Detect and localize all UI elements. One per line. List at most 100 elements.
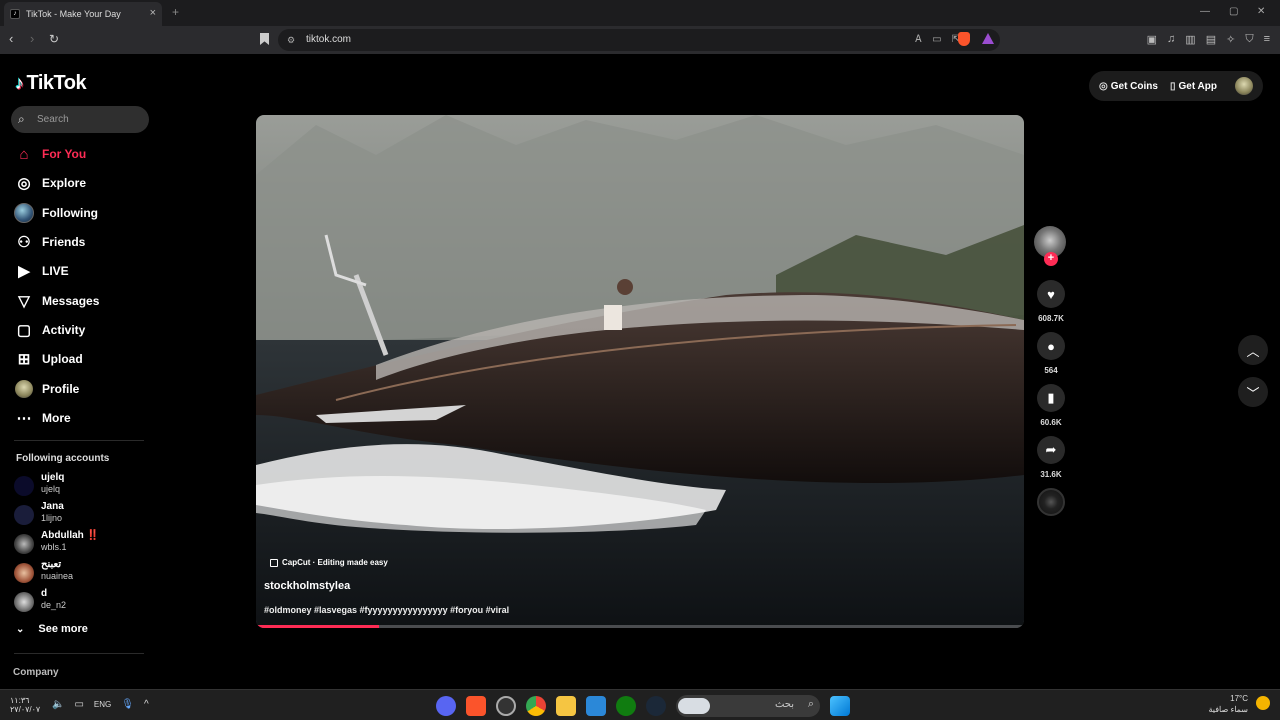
nav-profile[interactable]: Profile <box>14 377 79 401</box>
video-author[interactable]: stockholmstylea <box>264 580 350 592</box>
capcut-label[interactable]: CapCut · Editing made easy <box>270 558 388 567</box>
wallet-icon[interactable]: ▣ <box>1147 33 1157 46</box>
account-handle: nuainea <box>41 571 74 581</box>
browser-navbar: ‹ › ↻ ⚙ tiktok.com Ꭺ ▭ ⇱ ▣ ♫ ▥ ▤ ✧ ⛉ ≡ <box>0 26 1280 54</box>
address-bar[interactable]: ⚙ tiktok.com Ꭺ ▭ ⇱ <box>278 29 1000 51</box>
user-avatar[interactable] <box>1235 77 1253 95</box>
nav-label: Profile <box>42 382 80 396</box>
chevron-up-icon[interactable]: ^ <box>144 699 149 711</box>
music-disc-icon[interactable] <box>1037 488 1065 516</box>
phone-icon: ▯ <box>1169 80 1176 92</box>
wallet2-icon[interactable]: ▤ <box>1206 33 1216 46</box>
account-name: ujelq <box>41 472 65 483</box>
search-icon: ⌕ <box>18 112 25 126</box>
logo-text: TikTok <box>26 72 87 94</box>
share-count: 31.6K <box>1040 470 1062 479</box>
taskbar-search[interactable]: بحث ⌕ <box>676 695 820 717</box>
get-coins-button[interactable]: ◎ Get Coins <box>1099 81 1158 92</box>
like-count: 608.7K <box>1038 314 1064 323</box>
back-icon[interactable]: ‹ <box>9 32 13 46</box>
clock[interactable]: ١١:٣٦ ٢٧/٠٧/٠٧ <box>10 696 40 714</box>
nav-friends[interactable]: ⚇ Friends <box>14 230 85 254</box>
language-indicator[interactable]: ENG <box>94 699 111 711</box>
like-button[interactable]: ♥ <box>1037 280 1065 308</box>
tiktok-note-icon: ♪ <box>15 73 24 93</box>
reload-icon[interactable]: ↻ <box>49 32 59 46</box>
sidebar-toggle-icon[interactable]: ▥ <box>1185 33 1195 46</box>
search-input[interactable]: ⌕ Search <box>11 106 149 133</box>
window-close-icon[interactable]: ✕ <box>1257 6 1265 17</box>
comment-button[interactable]: ● <box>1037 332 1065 360</box>
tab-close-icon[interactable]: × <box>150 7 156 19</box>
brave-icon[interactable] <box>466 696 486 716</box>
see-more-button[interactable]: ⌄ See more <box>16 623 88 635</box>
windows-start-icon[interactable] <box>830 696 850 716</box>
vpn-icon[interactable]: ⛉ <box>1245 33 1253 46</box>
video-progress-bar[interactable] <box>256 625 1024 628</box>
nav-live[interactable]: ▶ LIVE <box>14 259 68 283</box>
follow-plus-icon[interactable]: + <box>1044 252 1058 266</box>
nav-messages[interactable]: ▽ Messages <box>14 289 99 313</box>
search-placeholder: Search <box>37 114 69 125</box>
nav-more[interactable]: ⋯ More <box>14 406 71 430</box>
heart-icon: ♥ <box>1047 286 1055 302</box>
see-more-label: See more <box>38 623 88 635</box>
forward-icon[interactable]: › <box>30 32 34 46</box>
music-icon[interactable]: ♫ <box>1167 33 1175 46</box>
save-button[interactable]: ▮ <box>1037 384 1065 412</box>
moon-icon <box>1256 696 1270 710</box>
nav-explore[interactable]: ◎ Explore <box>14 171 86 195</box>
browser-tab[interactable]: ♪ TikTok - Make Your Day × <box>4 2 162 26</box>
discord-icon[interactable] <box>436 696 456 716</box>
header-actions: ◎ Get Coins ▯ Get App <box>1089 71 1263 101</box>
share-button[interactable]: ➦ <box>1037 436 1065 464</box>
brave-rewards-icon[interactable] <box>982 33 994 44</box>
tiktok-logo[interactable]: ♪ TikTok <box>15 72 87 95</box>
bookmark-icon[interactable] <box>260 33 269 45</box>
menu-icon[interactable]: ≡ <box>1264 33 1270 46</box>
windows-taskbar: ١١:٣٦ ٢٧/٠٧/٠٧ 🔈 ▭ ENG 🎙 ^ بحث ⌕ 17°C سم… <box>0 689 1280 720</box>
chrome-icon[interactable] <box>526 696 546 716</box>
minimize-icon[interactable]: — <box>1200 6 1210 17</box>
nav-activity[interactable]: ▢ Activity <box>14 318 85 342</box>
account-handle: de_n2 <box>41 600 67 610</box>
home-icon: ⌂ <box>19 145 29 163</box>
maximize-icon[interactable]: ▢ <box>1229 6 1238 17</box>
messages-icon: ▽ <box>18 293 30 310</box>
new-tab-icon[interactable]: + <box>172 5 179 19</box>
leo-icon[interactable]: ✧ <box>1226 33 1235 46</box>
live-icon: ▶ <box>18 263 30 280</box>
weather-widget[interactable]: 17°C سماء صافية <box>1208 693 1248 715</box>
get-coins-label: Get Coins <box>1110 80 1158 92</box>
video-progress-fill <box>256 625 379 628</box>
site-info-icon[interactable]: ⚙ <box>287 29 295 51</box>
cast-icon[interactable]: ▭ <box>932 29 941 51</box>
capcut-icon <box>270 558 278 567</box>
avatar <box>14 592 34 612</box>
brave-shields-icon[interactable] <box>958 32 970 46</box>
store-icon[interactable] <box>586 696 606 716</box>
get-app-button[interactable]: ▯ Get App <box>1170 81 1217 92</box>
obs-icon[interactable] <box>496 696 516 716</box>
account-name: Abdullah ‼️ <box>41 530 100 541</box>
nav-upload[interactable]: ⊞ Upload <box>14 347 83 371</box>
steam-icon[interactable] <box>646 696 666 716</box>
next-video-button[interactable]: ﹀ <box>1238 377 1268 407</box>
video-player[interactable]: CapCut · Editing made easy stockholmstyl… <box>256 115 1024 628</box>
company-link[interactable]: Company <box>13 667 59 678</box>
avatar <box>14 476 34 496</box>
xbox-icon[interactable] <box>616 696 636 716</box>
previous-video-button[interactable]: ︿ <box>1238 335 1268 365</box>
file-explorer-icon[interactable] <box>556 696 576 716</box>
nav-following[interactable]: Following <box>14 201 98 225</box>
video-hashtags[interactable]: #oldmoney #lasvegas #fyyyyyyyyyyyyyyyy #… <box>264 605 509 615</box>
network-icon[interactable]: ▭ <box>74 699 83 711</box>
nav-label: For You <box>42 147 87 161</box>
browser-tabbar: ♪ TikTok - Make Your Day × + — ▢ ✕ <box>0 0 1280 26</box>
chevron-up-icon: ︿ <box>1246 343 1260 359</box>
microphone-icon[interactable]: 🎙 <box>121 699 134 711</box>
volume-icon[interactable]: 🔈 <box>52 699 64 711</box>
translate-icon[interactable]: Ꭺ <box>915 29 922 51</box>
nav-label: More <box>42 411 71 425</box>
nav-for-you[interactable]: ⌂ For You <box>14 142 86 166</box>
